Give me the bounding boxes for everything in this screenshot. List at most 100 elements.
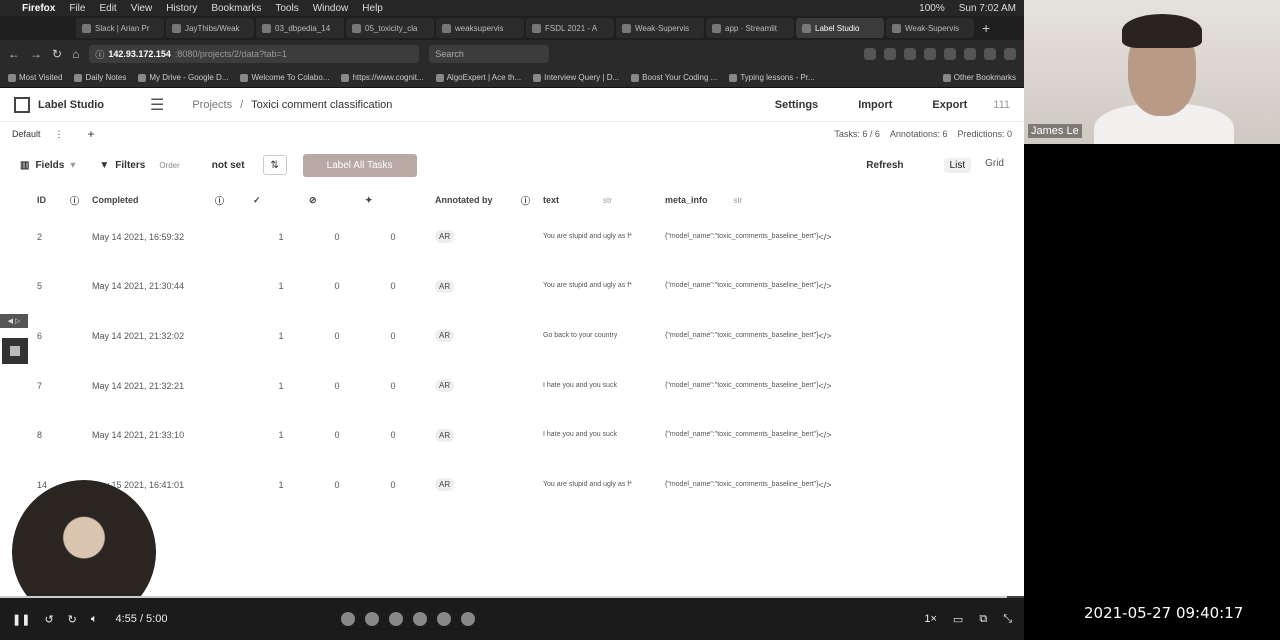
label-all-tasks-button[interactable]: Label All Tasks (302, 153, 417, 177)
menu-history[interactable]: History (166, 3, 197, 14)
settings-button[interactable]: Settings (775, 99, 818, 111)
theater-mode-icon[interactable]: ▭ (953, 613, 963, 626)
code-view-icon[interactable]: </> (819, 381, 832, 391)
column-header-cancelled-icon[interactable]: ⊘ (309, 188, 365, 212)
reaction-icon[interactable] (341, 612, 356, 626)
tab-menu-icon[interactable]: ⋮ (55, 129, 64, 140)
order-select[interactable]: not set (212, 160, 245, 171)
browser-tab[interactable]: Slack | Arian Pr (76, 18, 164, 38)
browser-tab[interactable]: 03_dbpedia_14 (256, 18, 344, 38)
export-button[interactable]: Export (932, 99, 967, 111)
column-header-predictions-icon[interactable]: ✦ (365, 188, 421, 212)
filters-button[interactable]: ▼ Filters (99, 160, 145, 171)
menu-bookmarks[interactable]: Bookmarks (211, 3, 261, 14)
extension-icon[interactable] (1004, 48, 1016, 60)
grid-view-button[interactable]: Grid (985, 158, 1004, 173)
column-header-text[interactable]: text str (543, 188, 665, 212)
bookmark-item[interactable]: My Drive - Google D... (138, 73, 228, 82)
code-view-icon[interactable]: </> (819, 480, 832, 490)
table-row[interactable]: 2 May 14 2021, 16:59:32 1 0 0 AR You are stupi… (0, 212, 840, 262)
bookmark-item[interactable]: Daily Notes (74, 73, 126, 82)
menu-window[interactable]: Window (313, 3, 349, 14)
breadcrumb-current-project[interactable]: Toxici comment classification (251, 99, 392, 111)
table-row[interactable]: 5 May 14 2021, 21:30:44 1 0 0 AR You are stupi… (0, 262, 840, 312)
extension-icon[interactable] (944, 48, 956, 60)
list-view-button[interactable]: List (943, 157, 972, 173)
picture-in-picture-icon[interactable]: ⧉ (979, 613, 987, 626)
reload-icon[interactable]: ↻ (52, 47, 62, 61)
help-icon[interactable]: ⓘ (521, 188, 543, 212)
breadcrumb-projects[interactable]: Projects (192, 99, 232, 111)
extension-icon[interactable] (964, 48, 976, 60)
bookmark-item[interactable]: Welcome To Colabo... (240, 73, 329, 82)
bookmark-item[interactable]: Typing lessons - Pr... (729, 73, 815, 82)
extension-icon[interactable] (924, 48, 936, 60)
comment-icon[interactable] (461, 612, 476, 626)
code-view-icon[interactable]: </> (819, 281, 832, 291)
column-header-meta-info[interactable]: meta_info str (665, 188, 819, 212)
app-logo[interactable]: Label Studio (14, 96, 104, 113)
table-row[interactable]: 6 May 14 2021, 21:32:02 1 0 0 AR Go back to yo… (0, 311, 840, 361)
rewind-icon[interactable]: ↺ (44, 613, 53, 626)
code-view-icon[interactable]: </> (819, 232, 832, 242)
import-button[interactable]: Import (858, 99, 892, 111)
help-icon[interactable]: ⓘ (215, 188, 253, 212)
column-header-annotations-icon[interactable]: ✓ (253, 188, 309, 212)
browser-tab[interactable]: Weak-Supervis (886, 18, 974, 38)
other-bookmarks[interactable]: Other Bookmarks (942, 73, 1016, 82)
sort-direction-icon[interactable]: ⇅ (262, 155, 287, 175)
menu-app-name[interactable]: Firefox (22, 3, 55, 14)
menu-view[interactable]: View (131, 3, 153, 14)
menu-tools[interactable]: Tools (275, 3, 298, 14)
refresh-button[interactable]: Refresh (866, 160, 903, 171)
extension-icon[interactable] (864, 48, 876, 60)
pause-icon[interactable]: ❚❚ (12, 613, 30, 626)
forward-icon[interactable]: → (30, 47, 42, 61)
new-tab-icon[interactable]: + (982, 20, 990, 36)
bookmark-item[interactable]: Most Visited (8, 73, 62, 82)
bookmark-item[interactable]: AlgoExpert | Ace th... (435, 73, 521, 82)
url-bar[interactable]: ⓘ 142.93.172.154:8080/projects/2/data?ta… (89, 45, 420, 63)
battery-indicator[interactable]: 100% (919, 3, 945, 14)
bookmark-item[interactable]: Interview Query | D... (533, 73, 619, 82)
reaction-icon[interactable] (389, 612, 404, 626)
add-tab-icon[interactable]: + (88, 127, 95, 141)
browser-tab[interactable]: app · Streamlit (706, 18, 794, 38)
browser-tab-active[interactable]: Label Studio (796, 18, 884, 38)
side-panel-tab[interactable]: ◀ ▷ (0, 314, 28, 328)
help-icon[interactable]: ⓘ (70, 188, 92, 212)
fields-button[interactable]: ▥ Fields ▾ (20, 160, 75, 171)
code-view-icon[interactable]: </> (819, 430, 832, 440)
search-input[interactable]: Search (429, 45, 550, 63)
reaction-icon[interactable] (413, 612, 428, 626)
back-icon[interactable]: ← (8, 47, 20, 61)
browser-tab[interactable]: JayThibs/Weak (166, 18, 254, 38)
extension-icon[interactable] (904, 48, 916, 60)
table-row[interactable]: 8 May 14 2021, 21:33:10 1 0 0 AR I hate you an… (0, 410, 840, 460)
code-view-icon[interactable]: </> (819, 331, 832, 341)
playback-speed[interactable]: 1× (924, 613, 937, 625)
column-header-id[interactable]: ID (0, 188, 70, 212)
reaction-icon[interactable] (365, 612, 380, 626)
column-header-completed[interactable]: Completed (92, 188, 215, 212)
user-avatar[interactable]: 111 (993, 99, 1010, 111)
browser-tab[interactable]: FSDL 2021 - A (526, 18, 614, 38)
tab-default[interactable]: Default (12, 129, 41, 139)
exit-fullscreen-icon[interactable]: ⤡ (1003, 613, 1012, 626)
volume-icon[interactable]: 🔈︎ (91, 613, 98, 626)
menu-file[interactable]: File (69, 3, 85, 14)
extension-icon[interactable] (984, 48, 996, 60)
table-row[interactable]: 7 May 14 2021, 21:32:21 1 0 0 AR I hate you an… (0, 361, 840, 411)
browser-tab[interactable]: 05_toxicity_cla (346, 18, 434, 38)
column-header-annotated-by[interactable]: Annotated by (421, 188, 521, 212)
browser-tab[interactable]: Weak-Supervis (616, 18, 704, 38)
menu-edit[interactable]: Edit (99, 3, 116, 14)
menu-clock[interactable]: Sun 7:02 AM (959, 3, 1016, 14)
bookmark-item[interactable]: https://www.cognit... (341, 73, 424, 82)
reaction-icon[interactable] (437, 612, 452, 626)
info-icon[interactable]: ⓘ (95, 48, 104, 61)
bookmark-item[interactable]: Boost Your Coding ... (631, 73, 717, 82)
hamburger-menu-icon[interactable]: ☰ (150, 95, 164, 115)
home-icon[interactable]: ⌂ (72, 47, 79, 61)
menu-help[interactable]: Help (362, 3, 383, 14)
